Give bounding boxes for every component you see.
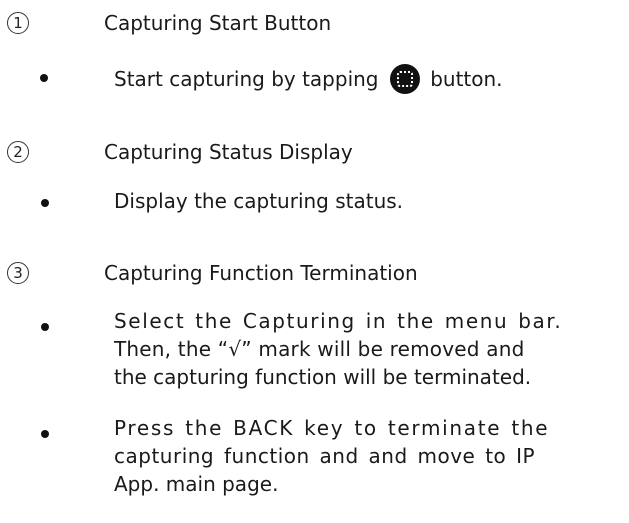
section-number-1: 1 [7,12,29,34]
bullet-text-3-1: Select the Capturing in the menu bar. Th… [114,307,609,391]
bullet-text-after-icon: button. [430,67,503,91]
bullet-text-before-icon: Start capturing by tapping [114,67,379,91]
bullet-marker [41,323,49,331]
bullet-text-1-1: Start capturing by tapping button. [114,64,503,94]
section-title-2: Capturing Status Display [104,140,353,164]
section-number-3: 3 [7,262,29,284]
bullet-line: capturing function and and move to IP [114,444,536,468]
document-page: 1 Capturing Start Button Start capturing… [0,0,629,523]
bullet-line: App. main page. [114,472,279,496]
bullet-marker [40,74,48,82]
section-title-3: Capturing Function Termination [104,261,418,285]
bullet-line: Select the Capturing in the menu bar. [114,309,563,333]
bullet-marker [41,430,49,438]
section-title-1: Capturing Start Button [104,11,332,35]
section-number-2: 2 [7,141,29,163]
bullet-line: Press the BACK key to terminate the [114,416,550,440]
bullet-line: Then, the “√” mark will be removed and [114,337,525,361]
bullet-text-3-2: Press the BACK key to terminate the capt… [114,414,609,498]
bullet-line: the capturing function will be terminate… [114,365,532,389]
capture-button-icon [389,64,420,94]
bullet-text-2-1: Display the capturing status. [114,189,404,213]
bullet-marker [41,199,49,207]
